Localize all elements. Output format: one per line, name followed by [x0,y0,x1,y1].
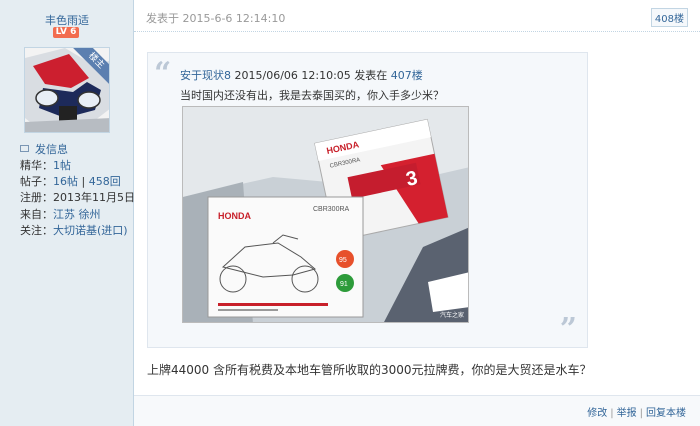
register-date: 2013年11月5日 [53,191,135,204]
quoted-author-link[interactable]: 安于现状8 [180,69,231,82]
post-header: 发表于 2015-6-6 12:14:10 408楼 [134,0,700,32]
close-quote-icon: ” [559,312,577,347]
doc-brand-text: HONDA [218,211,251,221]
location-link[interactable]: 江苏 徐州 [53,208,101,221]
stat-posts: 帖子：16帖 | 458回 [20,175,121,188]
post-body: 上牌44000 含所有税费及本地车管所收取的3000元拉牌费，你的是大贸还是水车… [147,363,592,377]
followed-car-link[interactable]: 大切诺基(进口) [53,224,128,237]
stat-register: 注册：2013年11月5日 [20,191,135,204]
reply-floor-link[interactable]: 回复本楼 [646,408,686,419]
stat-follow: 关注：大切诺基(进口) [20,224,128,237]
send-message-link[interactable]: 发信息 [20,141,68,157]
stat-digest: 精华：1帖 [20,159,71,172]
quote-block: “ 安于现状8 2015/06/06 12:10:05 发表在 407楼 当时国… [147,52,588,348]
digest-count-link[interactable]: 1帖 [53,159,71,172]
doc-number-2: 91 [340,281,348,288]
quote-datetime: 2015/06/06 12:10:05 发表在 [231,69,391,82]
post-actions: 修改 | 举报 | 回复本楼 [587,408,686,419]
quoted-photo[interactable]: HONDA CBR300RA 3 HONDA CBR300RA 95 91 汽车… [182,106,469,323]
send-message-label: 发信息 [35,143,68,156]
open-quote-icon: “ [154,56,172,91]
doc-model-text: CBR300RA [313,206,350,213]
post-time: 发表于 2015-6-6 12:14:10 [146,12,286,25]
user-sidebar: 丰色雨适 LV 6 楼主 发信息 精华：1帖 帖子：16帖 | 458回 注册：… [0,0,135,426]
reply-count-link[interactable]: 458回 [89,175,121,188]
quote-header: 安于现状8 2015/06/06 12:10:05 发表在 407楼 [180,67,423,83]
doc-number-1: 95 [339,257,347,264]
envelope-icon [20,145,29,152]
report-link[interactable]: 举报 [617,408,637,419]
post-count-link[interactable]: 16帖 [53,175,78,188]
level-badge: LV 6 [53,27,79,38]
username[interactable]: 丰色雨适 [0,12,134,28]
quoted-floor-link[interactable]: 407楼 [391,69,423,82]
photo-watermark: 汽车之家 [439,312,464,319]
floor-number-link[interactable]: 408楼 [650,8,688,27]
honda-document-photo: HONDA CBR300RA 3 HONDA CBR300RA 95 91 [183,107,468,322]
edit-link[interactable]: 修改 [587,408,607,419]
stat-location: 来自：江苏 徐州 [20,208,101,221]
post-footer: 修改 | 举报 | 回复本楼 [134,395,700,426]
quote-text: 当时国内还没有出，我是去泰国买的，你入手多少米？ [180,89,444,102]
avatar[interactable]: 楼主 [24,47,110,133]
